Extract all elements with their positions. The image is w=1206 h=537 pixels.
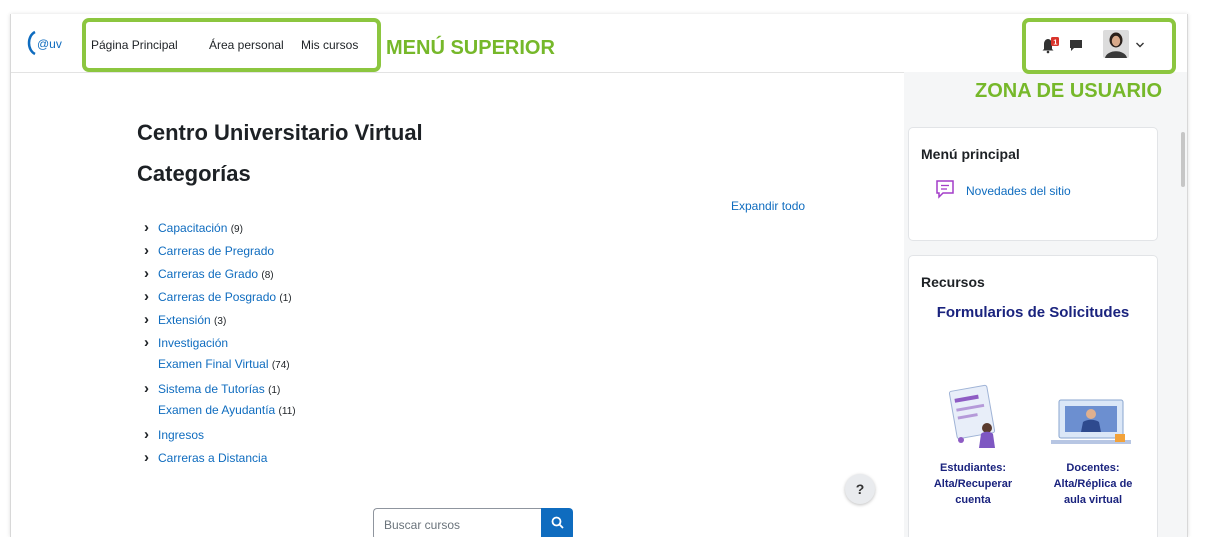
category-item[interactable]: Examen de Ayudantía (11)	[144, 403, 296, 417]
search-button[interactable]	[541, 508, 573, 537]
annotation-menu-box	[82, 18, 381, 72]
search-placeholder: Buscar cursos	[384, 518, 461, 532]
forum-icon	[936, 180, 954, 199]
category-count: (11)	[278, 406, 296, 417]
category-name[interactable]: Capacitación	[158, 221, 227, 235]
category-name[interactable]: Sistema de Tutorías	[158, 382, 265, 396]
annotation-user-label: ZONA DE USUARIO	[975, 80, 1163, 102]
site-news-link[interactable]: Novedades del sitio	[966, 184, 1071, 198]
chevron-right-icon[interactable]: ›	[144, 311, 156, 328]
chevron-right-icon[interactable]: ›	[144, 242, 156, 259]
chevron-right-icon[interactable]: ›	[144, 219, 156, 236]
resources-subtitle: Formularios de Solicitudes	[936, 304, 1130, 321]
category-name[interactable]: Investigación	[158, 336, 228, 350]
teachers-illustration[interactable]	[1049, 394, 1133, 450]
students-illustration[interactable]	[939, 384, 1005, 450]
annotation-user-box	[1022, 18, 1176, 74]
category-count: (9)	[230, 224, 243, 235]
site-title: Centro Universitario Virtual	[137, 120, 423, 145]
category-name[interactable]: Examen Final Virtual	[158, 357, 269, 371]
category-count: (1)	[268, 385, 281, 396]
students-line-2: Alta/Recuperar	[933, 478, 1013, 490]
category-item[interactable]: › Investigación	[144, 334, 228, 351]
resources-title: Recursos	[921, 274, 985, 290]
drawer-scrollbar[interactable]	[1181, 132, 1185, 187]
category-count: (8)	[261, 270, 274, 281]
category-count: (1)	[279, 293, 292, 304]
category-name[interactable]: Ingresos	[158, 428, 204, 442]
category-name[interactable]: Extensión	[158, 313, 211, 327]
chevron-right-icon[interactable]: ›	[144, 265, 156, 282]
annotation-menu-label: MENÚ SUPERIOR	[386, 37, 555, 59]
category-item[interactable]: › Ingresos	[144, 426, 204, 443]
main-menu-title: Menú principal	[921, 146, 1020, 162]
teachers-line-3: aula virtual	[1063, 494, 1123, 506]
main-menu-block: Menú principal Novedades del sitio	[908, 127, 1158, 241]
category-item[interactable]: › Extensión (3)	[144, 311, 226, 328]
category-name[interactable]: Carreras de Pregrado	[158, 244, 274, 258]
chevron-right-icon[interactable]: ›	[144, 334, 156, 351]
search-icon	[551, 516, 564, 529]
right-drawer: Menú principal Novedades del sitio Recur…	[904, 72, 1187, 537]
students-line-3: cuenta	[955, 494, 991, 506]
search-input[interactable]: Buscar cursos	[373, 508, 541, 537]
categories-heading: Categorías	[137, 161, 251, 186]
category-count: (74)	[271, 360, 290, 371]
resources-block: Recursos Formularios de Solicitudes Estu…	[908, 255, 1158, 537]
cuv-logo[interactable]: @uv	[25, 28, 75, 58]
category-count: (3)	[214, 316, 227, 327]
category-name[interactable]: Carreras de Grado	[158, 267, 258, 281]
chevron-right-icon[interactable]: ›	[144, 288, 156, 305]
category-name[interactable]: Examen de Ayudantía	[158, 403, 275, 417]
category-item[interactable]: Examen Final Virtual (74)	[144, 357, 290, 371]
category-item[interactable]: › Capacitación (9)	[144, 219, 243, 236]
svg-text:@uv: @uv	[37, 37, 62, 51]
category-item[interactable]: › Carreras de Pregrado	[144, 242, 274, 259]
expand-all-link[interactable]: Expandir todo	[731, 199, 805, 213]
category-name[interactable]: Carreras de Posgrado	[158, 290, 276, 304]
category-item[interactable]: › Sistema de Tutorías (1)	[144, 380, 280, 397]
category-item[interactable]: › Carreras de Grado (8)	[144, 265, 274, 282]
browser-frame: @uv Página Principal Área personal Mis c…	[10, 14, 1188, 537]
category-item[interactable]: › Carreras de Posgrado (1)	[144, 288, 292, 305]
students-caption[interactable]: Estudiantes: Alta/Recuperar cuenta	[923, 460, 1023, 508]
students-line-1: Estudiantes:	[939, 462, 1006, 474]
teachers-line-2: Alta/Réplica de	[1053, 478, 1133, 490]
help-button[interactable]: ?	[845, 474, 875, 504]
chevron-right-icon[interactable]: ›	[144, 380, 156, 397]
category-name[interactable]: Carreras a Distancia	[158, 451, 267, 465]
chevron-right-icon[interactable]: ›	[144, 449, 156, 466]
chevron-right-icon[interactable]: ›	[144, 426, 156, 443]
category-item[interactable]: › Carreras a Distancia	[144, 449, 267, 466]
teachers-line-1: Docentes:	[1066, 462, 1120, 474]
teachers-caption[interactable]: Docentes: Alta/Réplica de aula virtual	[1035, 460, 1151, 508]
